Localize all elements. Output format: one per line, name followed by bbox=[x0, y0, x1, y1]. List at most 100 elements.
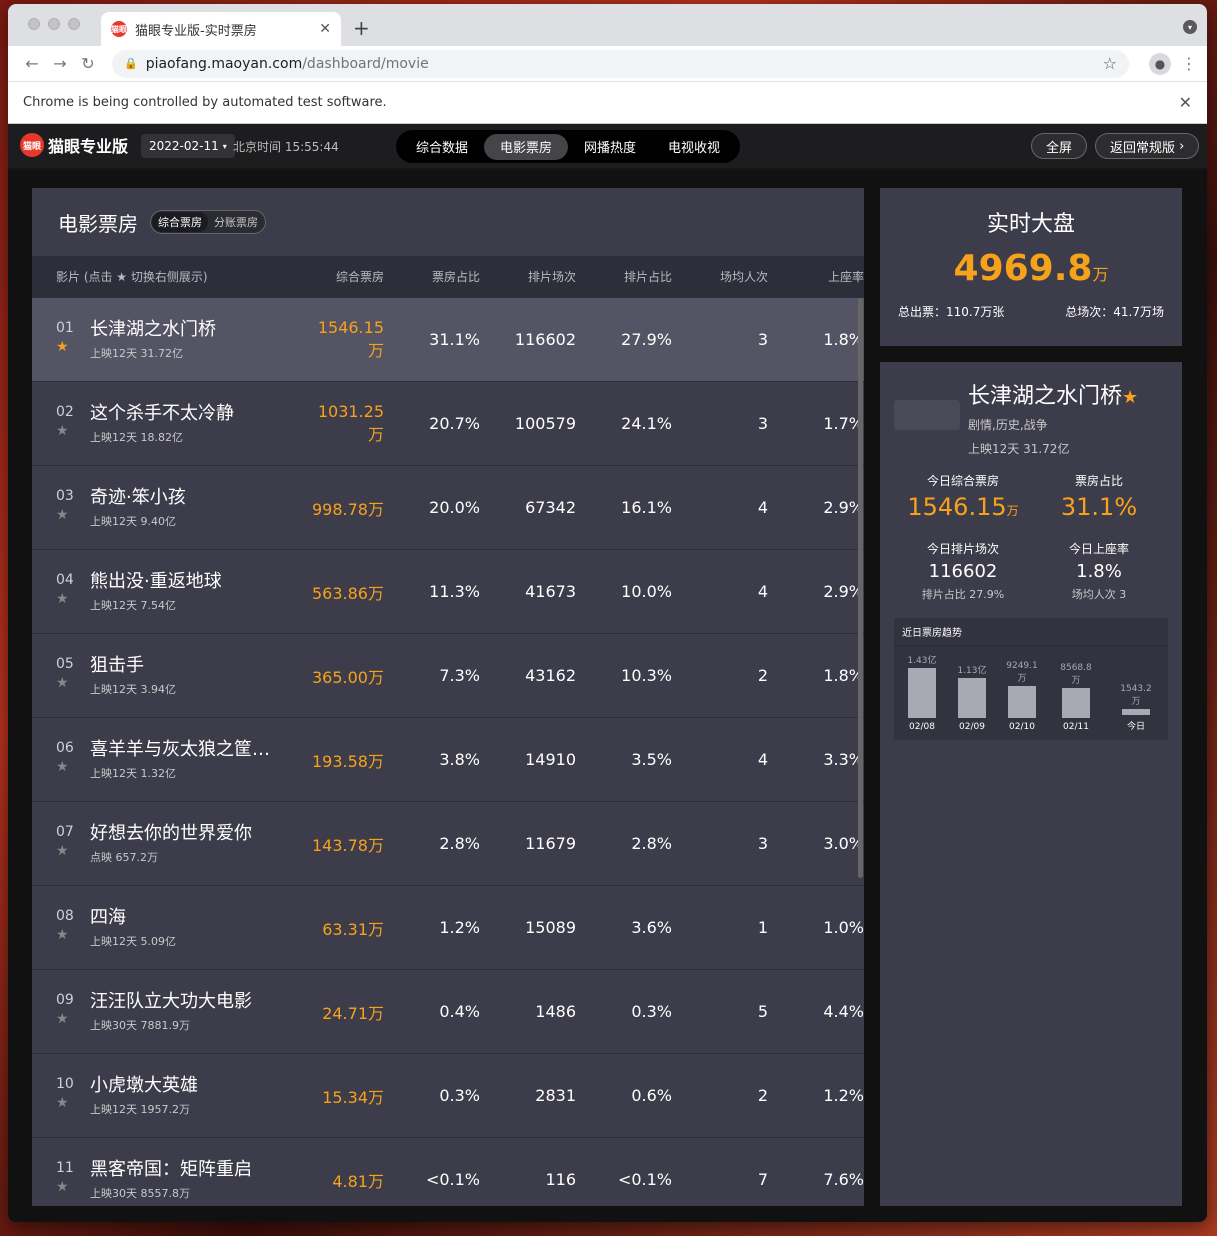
star-icon[interactable]: ★ bbox=[56, 927, 90, 943]
table-row[interactable]: 03 ★ 奇迹·笨小孩 上映12天 9.40亿 998.78万 20.0% 67342 16.… bbox=[32, 465, 864, 549]
profile-avatar-icon[interactable]: ● bbox=[1149, 52, 1171, 75]
rank-block: 11 ★ bbox=[56, 1159, 90, 1195]
movie-release-info: 上映30天 7881.9万 bbox=[90, 1018, 190, 1032]
table-row[interactable]: 02 ★ 这个杀手不太冷静 上映12天 18.82亿 1031.25万 20.7% 1005… bbox=[32, 381, 864, 465]
rank-block: 03 ★ bbox=[56, 487, 90, 523]
star-icon[interactable]: ★ bbox=[56, 759, 90, 775]
stat-label: 今日综合票房 bbox=[926, 474, 999, 488]
table-row[interactable]: 10 ★ 小虎墩大英雄 上映12天 1957.2万 15.34万 0.3% 2831 0.6%… bbox=[32, 1053, 864, 1137]
detail-release: 上映12天 31.72亿 bbox=[968, 442, 1070, 456]
cell-shows: 15089 bbox=[525, 918, 576, 937]
list-scrollbar[interactable] bbox=[858, 298, 863, 878]
star-icon[interactable]: ★ bbox=[56, 1179, 90, 1195]
col-header-avg-audience[interactable]: 场均人次 bbox=[672, 268, 768, 285]
star-icon[interactable]: ★ bbox=[56, 843, 90, 859]
star-icon[interactable]: ★ bbox=[56, 675, 90, 691]
boxoffice-type-toggle: 综合票房 分账票房 bbox=[150, 210, 266, 234]
cell-show-pct: 24.1% bbox=[621, 414, 672, 433]
trend-bar-value: 8568.8万 bbox=[1060, 663, 1092, 686]
table-row[interactable]: 04 ★ 熊出没·重返地球 上映12天 7.54亿 563.86万 11.3% 41673 1… bbox=[32, 549, 864, 633]
cell-show-pct: 3.5% bbox=[631, 750, 672, 769]
movie-poster bbox=[894, 400, 960, 430]
movie-release-info: 上映12天 18.82亿 bbox=[90, 430, 183, 444]
table-row[interactable]: 08 ★ 四海 上映12天 5.09亿 63.31万 1.2% 15089 3.6% 1 1.0% bbox=[32, 885, 864, 969]
back-to-regular-label: 返回常规版 bbox=[1110, 140, 1176, 156]
col-header-seat-rate[interactable]: 上座率 bbox=[768, 268, 864, 285]
tab-search-icon[interactable]: ▾ bbox=[1183, 20, 1197, 34]
stat-unit: 万 bbox=[1006, 504, 1019, 518]
trend-bar bbox=[908, 668, 936, 718]
movie-release-info: 点映 657.2万 bbox=[90, 850, 158, 864]
chevron-right-icon: › bbox=[1179, 138, 1185, 154]
back-arrow-icon[interactable]: ← bbox=[18, 54, 46, 73]
col-header-boxoffice[interactable]: 综合票房 bbox=[302, 268, 384, 285]
rank-number: 04 bbox=[56, 571, 74, 588]
star-icon[interactable]: ★ bbox=[1122, 387, 1138, 408]
col-header-show-pct[interactable]: 排片占比 bbox=[576, 268, 672, 285]
cell-box-pct: 3.8% bbox=[439, 750, 480, 769]
browser-tab[interactable]: 猫眼 猫眼专业版-实时票房 ✕ bbox=[101, 12, 341, 46]
tab-comprehensive-data[interactable]: 综合数据 bbox=[400, 134, 484, 160]
beijing-clock: 北京时间 15:55:44 bbox=[233, 140, 339, 154]
cell-shows: 116602 bbox=[514, 330, 576, 349]
window-controls bbox=[28, 18, 80, 30]
table-row[interactable]: 09 ★ 汪汪队立大功大电影 上映30天 7881.9万 24.71万 0.4% 1486 0… bbox=[32, 969, 864, 1053]
movie-info: 狙击手 上映12天 3.94亿 bbox=[90, 655, 176, 697]
close-window-button[interactable] bbox=[28, 18, 40, 30]
movie-info: 奇迹·笨小孩 上映12天 9.40亿 bbox=[90, 487, 186, 529]
cell-shows: 43162 bbox=[525, 666, 576, 685]
star-icon[interactable]: ★ bbox=[56, 1011, 90, 1027]
close-infobar-icon[interactable]: ✕ bbox=[1179, 93, 1192, 112]
star-icon[interactable]: ★ bbox=[56, 507, 90, 523]
table-row[interactable]: 05 ★ 狙击手 上映12天 3.94亿 365.00万 7.3% 43162 10.3% 2 1… bbox=[32, 633, 864, 717]
rank-block: 08 ★ bbox=[56, 907, 90, 943]
seg-split-boxoffice[interactable]: 分账票房 bbox=[208, 212, 264, 232]
cell-boxoffice: 563.86万 bbox=[312, 583, 384, 603]
table-row[interactable]: 01 ★ 长津湖之水门桥 上映12天 31.72亿 1546.15万 31.1% 11660… bbox=[32, 297, 864, 381]
col-header-shows[interactable]: 排片场次 bbox=[480, 268, 576, 285]
trend-bar-group: 9249.1万 02/10 bbox=[1002, 661, 1042, 732]
tab-movie-boxoffice[interactable]: 电影票房 bbox=[484, 133, 569, 160]
tab-tv-ratings[interactable]: 电视收视 bbox=[652, 134, 736, 160]
seg-combined-boxoffice[interactable]: 综合票房 bbox=[152, 212, 208, 232]
date-picker[interactable]: 2022-02-11 ▾ bbox=[141, 134, 235, 158]
star-icon[interactable]: ★ bbox=[56, 591, 90, 607]
back-to-regular-button[interactable]: 返回常规版 › bbox=[1095, 133, 1200, 159]
rank-block: 07 ★ bbox=[56, 823, 90, 859]
cell-shows: 67342 bbox=[525, 498, 576, 517]
star-icon[interactable]: ★ bbox=[56, 1095, 90, 1111]
table-row[interactable]: 11 ★ 黑客帝国：矩阵重启 上映30天 8557.8万 4.81万 <0.1% 116 <0… bbox=[32, 1137, 864, 1206]
cat-logo-icon: 猫眼 bbox=[20, 133, 44, 157]
reload-icon[interactable]: ↻ bbox=[74, 54, 102, 73]
url-input[interactable]: 🔒 piaofang.maoyan.com/dashboard/movie ☆ bbox=[112, 49, 1129, 78]
close-tab-icon[interactable]: ✕ bbox=[319, 21, 331, 37]
col-header-box-pct[interactable]: 票房占比 bbox=[384, 268, 480, 285]
fullscreen-button[interactable]: 全屏 bbox=[1031, 133, 1088, 159]
rank-number: 03 bbox=[56, 487, 74, 504]
table-row[interactable]: 07 ★ 好想去你的世界爱你 点映 657.2万 143.78万 2.8% 11679 2.8… bbox=[32, 801, 864, 885]
rank-block: 06 ★ bbox=[56, 739, 90, 775]
tab-web-streaming[interactable]: 网播热度 bbox=[568, 134, 652, 160]
top-nav: 综合数据 电影票房 网播热度 电视收视 bbox=[396, 130, 741, 163]
stat-sub: 排片占比 27.9% bbox=[921, 588, 1005, 601]
movie-title: 熊出没·重返地球 bbox=[90, 570, 222, 592]
cell-seat-rate: 3.0% bbox=[823, 834, 864, 853]
new-tab-icon[interactable]: + bbox=[353, 16, 370, 40]
cell-show-pct: 2.8% bbox=[631, 834, 672, 853]
star-icon[interactable]: ★ bbox=[56, 423, 90, 439]
movie-cell: 01 ★ 长津湖之水门桥 上映12天 31.72亿 bbox=[32, 319, 302, 361]
movie-cell: 04 ★ 熊出没·重返地球 上映12天 7.54亿 bbox=[32, 571, 302, 613]
maoyan-logo[interactable]: 猫眼 猫眼专业版 bbox=[20, 133, 128, 157]
minimize-window-button[interactable] bbox=[48, 18, 60, 30]
trend-bar-group: 1543.2万 今日 bbox=[1116, 684, 1156, 732]
forward-arrow-icon[interactable]: → bbox=[46, 54, 74, 73]
star-icon[interactable]: ★ bbox=[56, 339, 90, 355]
cell-seat-rate: 1.0% bbox=[823, 918, 864, 937]
cell-show-pct: 10.0% bbox=[621, 582, 672, 601]
table-row[interactable]: 06 ★ 喜羊羊与灰太狼之筐… 上映12天 1.32亿 193.58万 3.8% 14910… bbox=[32, 717, 864, 801]
app-header: 猫眼 猫眼专业版 2022-02-11 ▾ 北京时间 15:55:44 综合数据… bbox=[8, 124, 1207, 168]
browser-menu-icon[interactable]: ⋮ bbox=[1181, 54, 1197, 73]
movie-title: 长津湖之水门桥 bbox=[90, 318, 216, 340]
zoom-window-button[interactable] bbox=[68, 18, 80, 30]
bookmark-star-icon[interactable]: ☆ bbox=[1103, 54, 1117, 73]
